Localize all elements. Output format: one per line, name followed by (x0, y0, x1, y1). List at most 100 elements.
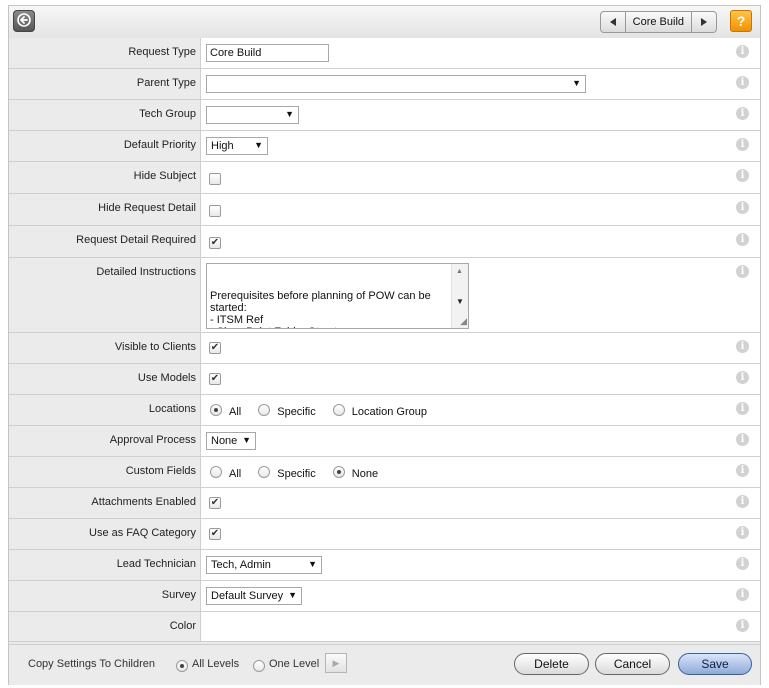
info-icon[interactable]: i (736, 233, 749, 246)
tech-group-select[interactable]: ▼ (206, 106, 299, 124)
nav-title[interactable]: Core Build (625, 11, 691, 33)
row-color: Color i (9, 612, 760, 642)
info-icon[interactable]: i (736, 76, 749, 89)
hide-request-detail-label: Hide Request Detail (9, 194, 201, 225)
use-as-faq-category-label: Use as FAQ Category (9, 519, 201, 549)
save-button[interactable]: Save (678, 653, 752, 675)
locations-option-location-group: Location Group (351, 406, 427, 418)
info-icon[interactable]: i (736, 557, 749, 570)
checkmark-icon: ✔ (210, 528, 220, 539)
request-detail-required-checkbox[interactable]: ✔ (209, 237, 221, 249)
textarea-scrollbar[interactable]: ▲ ▼ ◢ (451, 264, 468, 328)
info-icon[interactable]: i (736, 526, 749, 539)
custom-fields-radio-group: All Specific None (210, 466, 395, 480)
info-icon[interactable]: i (736, 588, 749, 601)
custom-fields-radio-none[interactable] (332, 466, 345, 478)
toolbar: Core Build ? (9, 6, 760, 39)
previous-button[interactable] (599, 11, 626, 33)
hide-subject-checkbox[interactable] (209, 173, 221, 185)
detailed-instructions-textarea[interactable]: Prerequisites before planning of POW can… (206, 263, 469, 329)
row-request-detail-required: Request Detail Required ✔ i (9, 226, 760, 258)
hide-request-detail-checkbox[interactable] (209, 205, 221, 217)
row-hide-subject: Hide Subject i (9, 162, 760, 194)
chevron-down-icon: ▼ (572, 78, 581, 88)
request-type-input[interactable] (206, 44, 329, 62)
info-icon[interactable]: i (736, 433, 749, 446)
default-priority-label: Default Priority (9, 131, 201, 161)
triangle-right-icon: ▶ (332, 657, 340, 668)
next-button[interactable] (691, 11, 717, 33)
request-type-editor: Core Build ? Request Type i Parent Type … (8, 5, 761, 685)
copy-option-one-level: One Level (269, 658, 320, 670)
info-icon[interactable]: i (736, 340, 749, 353)
default-priority-select[interactable]: High ▼ (206, 137, 268, 155)
info-icon[interactable]: i (736, 45, 749, 58)
info-icon[interactable]: i (736, 107, 749, 120)
locations-radio-location-group[interactable] (332, 404, 345, 416)
info-icon[interactable]: i (736, 495, 749, 508)
copy-radio-all-levels[interactable] (176, 660, 188, 672)
help-button[interactable]: ? (730, 10, 752, 32)
locations-option-specific: Specific (277, 406, 316, 418)
row-use-models: Use Models ✔ i (9, 364, 760, 395)
approval-process-label: Approval Process (9, 426, 201, 456)
info-icon[interactable]: i (736, 201, 749, 214)
request-type-label: Request Type (9, 38, 201, 68)
approval-process-select[interactable]: None ▼ (206, 432, 256, 450)
row-locations: Locations All Specific Location Group i (9, 395, 760, 426)
row-visible-to-clients: Visible to Clients ✔ i (9, 333, 760, 364)
lead-technician-label: Lead Technician (9, 550, 201, 580)
parent-type-select[interactable]: ▼ (206, 75, 586, 93)
row-parent-type: Parent Type ▼ i (9, 69, 760, 100)
detailed-instructions-text: Prerequisites before planning of POW can… (210, 290, 431, 328)
info-icon[interactable]: i (736, 169, 749, 182)
info-icon[interactable]: i (736, 402, 749, 415)
scroll-down-icon[interactable]: ▼ (456, 296, 464, 308)
info-icon[interactable]: i (736, 138, 749, 151)
delete-button[interactable]: Delete (514, 653, 589, 675)
locations-option-all: All (229, 406, 242, 418)
info-icon[interactable]: i (736, 619, 749, 632)
row-hide-request-detail: Hide Request Detail i (9, 194, 760, 226)
custom-fields-radio-all[interactable] (210, 466, 222, 478)
use-models-label: Use Models (9, 364, 201, 394)
form-rows: Request Type i Parent Type ▼ i Tech Grou… (9, 38, 760, 642)
record-navigator: Core Build (599, 11, 717, 33)
detailed-instructions-label: Detailed Instructions (9, 258, 201, 332)
info-icon[interactable]: i (736, 464, 749, 477)
info-icon[interactable]: i (736, 371, 749, 384)
use-models-checkbox[interactable]: ✔ (209, 373, 221, 385)
row-custom-fields: Custom Fields All Specific None i (9, 457, 760, 488)
locations-radio-group: All Specific Location Group (210, 404, 444, 418)
custom-fields-radio-specific[interactable] (258, 466, 271, 478)
back-button[interactable] (13, 10, 35, 32)
locations-radio-specific[interactable] (258, 404, 271, 416)
custom-fields-label: Custom Fields (9, 457, 201, 487)
checkmark-icon: ✔ (210, 497, 220, 508)
copy-settings-label: Copy Settings To Children (28, 658, 155, 670)
copy-radio-one-level[interactable] (253, 660, 265, 672)
row-approval-process: Approval Process None ▼ i (9, 426, 760, 457)
triangle-right-icon (701, 18, 707, 26)
row-request-type: Request Type i (9, 38, 760, 69)
use-as-faq-category-checkbox[interactable]: ✔ (209, 528, 221, 540)
scroll-up-icon[interactable]: ▲ (456, 266, 463, 278)
attachments-enabled-checkbox[interactable]: ✔ (209, 497, 221, 509)
custom-fields-option-none: None (351, 468, 379, 480)
survey-select[interactable]: Default Survey ▼ (206, 587, 302, 605)
resize-grip-icon[interactable]: ◢ (460, 315, 467, 327)
cancel-button[interactable]: Cancel (595, 653, 670, 675)
custom-fields-option-specific: Specific (277, 468, 316, 480)
approval-process-value: None (211, 435, 238, 447)
info-icon[interactable]: i (736, 265, 749, 278)
visible-to-clients-checkbox[interactable]: ✔ (209, 342, 221, 354)
copy-apply-button[interactable]: ▶ (325, 653, 347, 673)
row-tech-group: Tech Group ▼ i (9, 100, 760, 131)
survey-value: Default Survey (211, 590, 284, 602)
lead-technician-value: Tech, Admin (211, 559, 271, 571)
checkmark-icon: ✔ (210, 342, 220, 353)
locations-radio-all[interactable] (210, 404, 222, 416)
lead-technician-select[interactable]: Tech, Admin ▼ (206, 556, 322, 574)
row-survey: Survey Default Survey ▼ i (9, 581, 760, 612)
chevron-down-icon: ▼ (242, 435, 251, 445)
